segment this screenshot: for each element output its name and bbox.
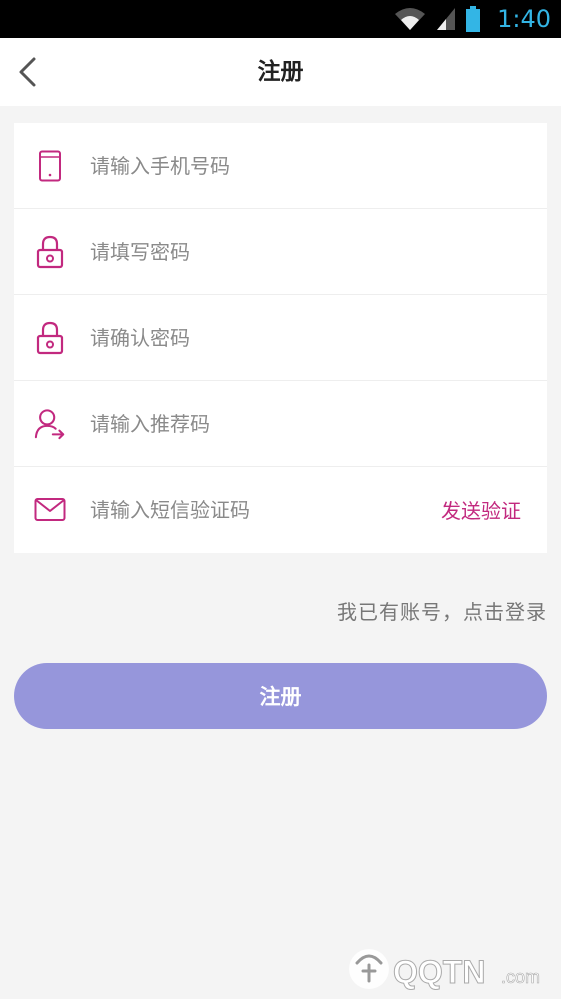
password-row [14, 209, 547, 295]
status-time: 1:40 [497, 5, 551, 33]
phone-row [14, 123, 547, 209]
confirm-password-input[interactable] [90, 315, 410, 361]
referral-input[interactable] [90, 401, 410, 447]
referral-row [14, 381, 547, 467]
envelope-icon [34, 492, 66, 528]
register-form: 发送验证 [14, 123, 547, 553]
confirm-password-row [14, 295, 547, 381]
wifi-icon [395, 8, 426, 30]
battery-icon [466, 6, 481, 32]
signal-icon [437, 8, 456, 30]
watermark-logo: QQTN .com [343, 941, 553, 993]
sms-code-input[interactable] [90, 487, 390, 533]
svg-text:QQTN: QQTN [393, 954, 485, 990]
register-button[interactable]: 注册 [14, 663, 547, 729]
sms-code-row: 发送验证 [14, 467, 547, 553]
phone-icon [34, 148, 66, 184]
user-referral-icon [34, 406, 66, 442]
svg-text:.com: .com [501, 967, 540, 987]
login-link[interactable]: 我已有账号，点击登录 [337, 596, 547, 625]
lock-icon [34, 234, 66, 270]
nav-bar: 注册 [0, 38, 561, 106]
back-arrow-icon[interactable] [14, 56, 44, 88]
phone-input[interactable] [90, 143, 410, 189]
page-title: 注册 [257, 59, 304, 85]
send-code-button[interactable]: 发送验证 [441, 495, 521, 524]
status-bar: 1:40 [0, 0, 561, 38]
lock-icon [34, 320, 66, 356]
password-input[interactable] [90, 229, 410, 275]
